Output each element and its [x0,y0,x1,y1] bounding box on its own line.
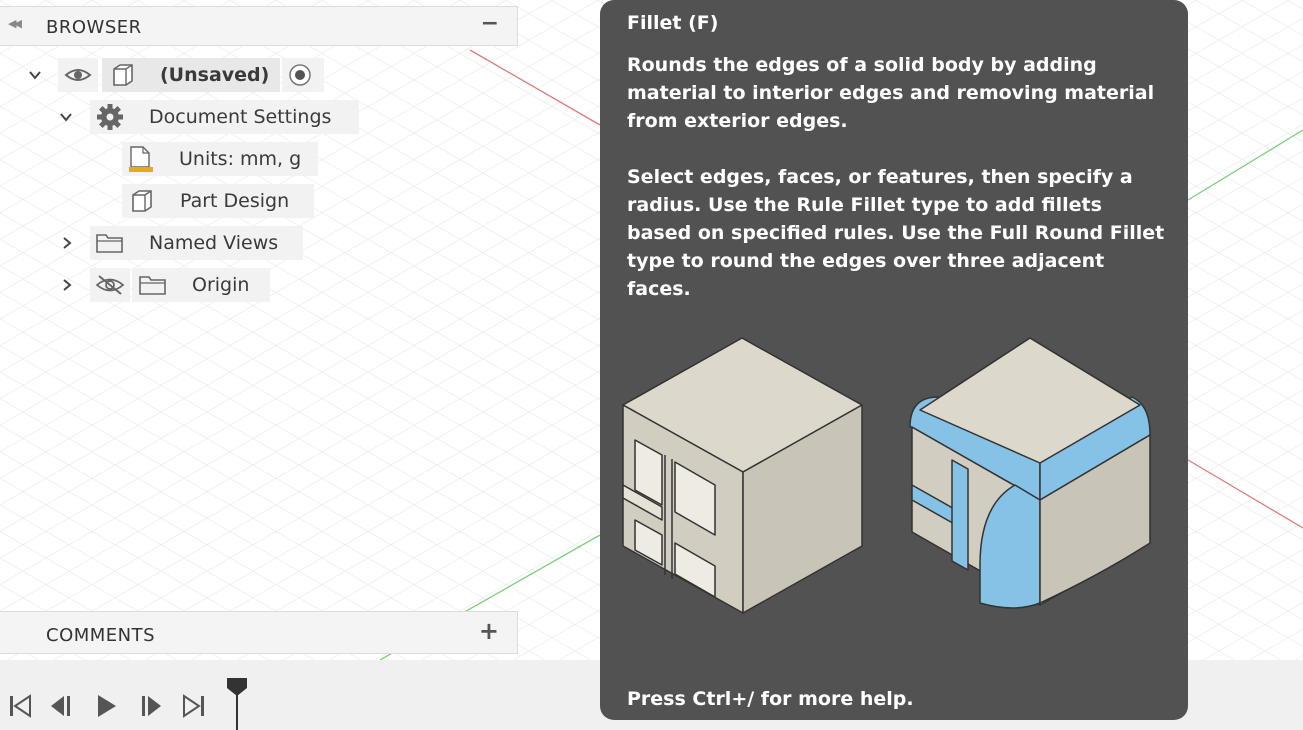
radio-target-icon [289,64,311,86]
fillet-tooltip: Fillet (F) Rounds the edges of a solid b… [600,0,1188,720]
document-ruler-icon [129,146,153,172]
skip-to-start-icon[interactable] [6,692,34,720]
tooltip-help-hint: Press Ctrl+/ for more help. [627,688,914,710]
browser-title: BROWSER [46,17,142,38]
folder-icon [139,276,166,295]
activate-radio[interactable] [282,58,324,92]
chevron-right-icon[interactable] [60,236,74,250]
step-forward-icon[interactable] [136,692,164,720]
document-settings-label: Document Settings [149,106,332,128]
gear-icon [97,104,123,130]
chevron-down-icon[interactable] [59,110,73,124]
named-views-chip[interactable]: Named Views [90,226,303,260]
box-icon [132,190,152,212]
origin-chip[interactable]: Origin [132,268,270,302]
named-views-label: Named Views [149,232,279,254]
browser-panel-header: ◀◀ BROWSER − [0,6,518,46]
cube-before-icon [622,337,863,614]
chevron-down-icon[interactable] [28,68,42,82]
folder-icon [96,234,123,253]
part-design-label: Part Design [180,190,290,212]
box-icon [113,64,133,86]
part-design-chip[interactable]: Part Design [122,184,314,218]
double-chevron-left-icon[interactable]: ◀◀ [8,17,24,35]
root-component-chip[interactable]: (Unsaved) [102,58,280,92]
tooltip-instructions: Select edges, faces, or features, then s… [627,166,1165,300]
visibility-toggle[interactable] [58,58,98,92]
comments-title: COMMENTS [46,625,156,646]
skip-to-end-icon[interactable] [180,692,208,720]
comments-panel-header[interactable]: COMMENTS + [0,611,518,654]
chevron-right-icon[interactable] [60,278,74,292]
units-label: Units: mm, g [179,148,302,170]
origin-label: Origin [192,274,250,296]
tooltip-title: Fillet (F) [627,12,719,34]
document-settings-chip[interactable]: Document Settings [90,100,359,134]
eye-off-icon [95,275,125,295]
tooltip-description: Rounds the edges of a solid body by addi… [627,54,1155,132]
play-icon[interactable] [92,692,120,720]
units-chip[interactable]: Units: mm, g [122,142,318,176]
timeline-marker[interactable] [226,678,248,730]
plus-icon[interactable]: + [479,617,499,645]
minimize-icon[interactable]: − [481,11,499,36]
visibility-toggle[interactable] [90,268,130,302]
fillet-illustration [622,337,1151,614]
step-back-icon[interactable] [48,692,76,720]
eye-icon [64,69,92,81]
root-label: (Unsaved) [160,64,270,86]
cube-after-icon [909,337,1151,609]
